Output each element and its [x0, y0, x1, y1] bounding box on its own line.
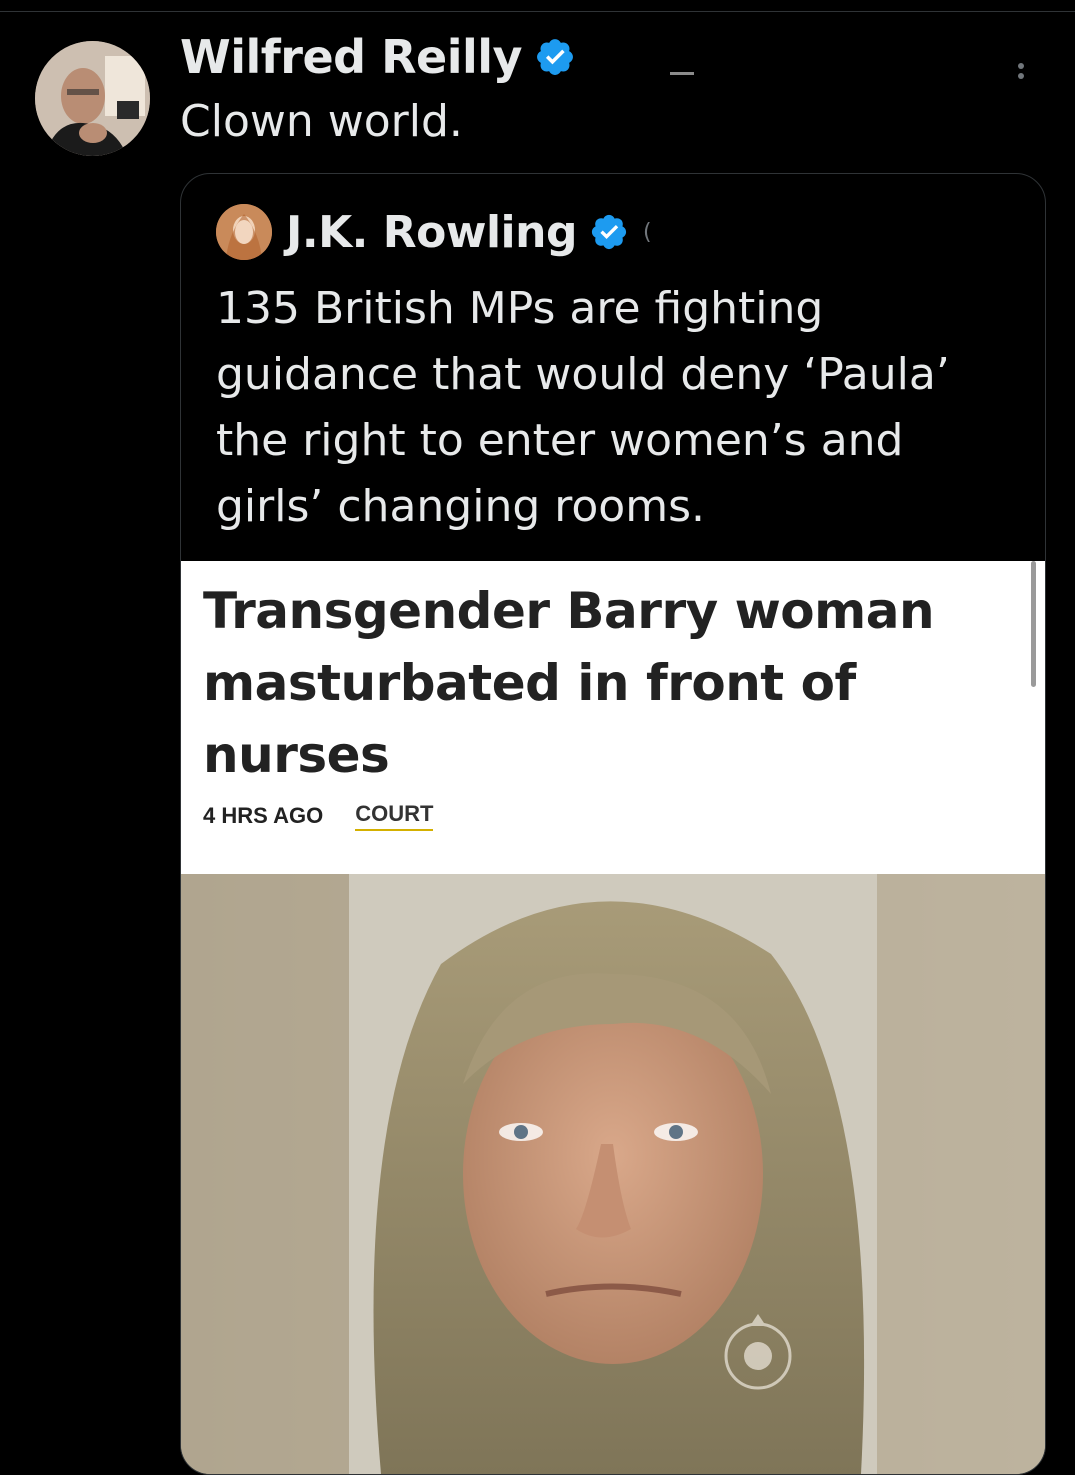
truncation-dash	[670, 72, 694, 75]
article-scrollbar	[1031, 561, 1036, 687]
quoted-tweet-text: 135 British MPs are fighting guidance th…	[216, 283, 950, 532]
author-avatar[interactable]	[35, 41, 150, 156]
quoted-tweet-header: J.K. Rowling (	[216, 204, 652, 260]
verified-badge-icon	[591, 214, 627, 250]
truncated-mark: (	[642, 219, 652, 245]
verified-badge-icon	[537, 39, 573, 75]
article-time: 4 HRS AGO	[203, 803, 324, 828]
article-category: COURT	[355, 801, 434, 831]
article-meta: 4 HRS AGO COURT	[203, 801, 434, 831]
quoted-author-avatar[interactable]	[216, 204, 272, 260]
quoted-author-name[interactable]: J.K. Rowling	[286, 207, 577, 258]
quoted-tweet-card[interactable]: J.K. Rowling ( 135 British MPs are fight…	[180, 173, 1046, 1475]
more-options-icon[interactable]	[1016, 60, 1026, 82]
article-screenshot: Transgender Barry woman masturbated in f…	[181, 561, 1045, 874]
article-headline: Transgender Barry woman masturbated in f…	[203, 582, 935, 784]
tweet-header: Wilfred Reilly	[180, 30, 576, 84]
top-divider	[0, 11, 1075, 12]
article-photo	[181, 874, 1045, 1474]
author-name[interactable]: Wilfred Reilly	[180, 30, 523, 84]
tweet-text: Clown world.	[180, 96, 463, 147]
